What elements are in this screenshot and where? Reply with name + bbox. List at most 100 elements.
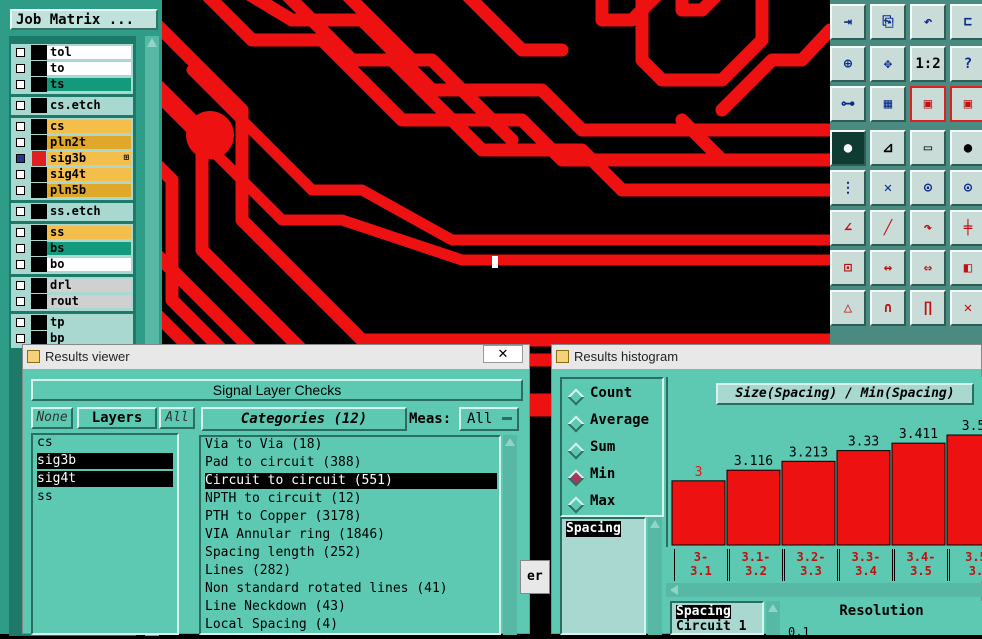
mode-label[interactable]: Min (590, 466, 615, 482)
ruler-icon[interactable]: ▭ (910, 130, 946, 166)
layer-checkbox[interactable] (16, 186, 25, 195)
mode-radio-count[interactable] (567, 388, 585, 406)
layer-name[interactable]: tp (47, 316, 131, 329)
bottom-list-item[interactable]: Circuit 1 (676, 620, 746, 634)
job-matrix-title[interactable]: Job Matrix ... (10, 9, 158, 30)
mode-label[interactable]: Sum (590, 439, 615, 455)
category-cell[interactable]: 3.4- 3.5 (894, 549, 948, 581)
all-layers-button[interactable]: All (159, 407, 195, 429)
bottom-measure-list[interactable]: Spacing Circuit 1 (670, 601, 764, 635)
layer-affected-cell[interactable] (31, 204, 47, 219)
layer-affected-cell[interactable] (31, 119, 47, 134)
layer-name[interactable]: drl (47, 279, 131, 292)
arch-icon[interactable]: ∩ (870, 290, 906, 326)
layers-button[interactable]: Layers (77, 407, 157, 429)
histogram-bar[interactable] (836, 450, 891, 546)
layer-checkbox[interactable] (16, 64, 25, 73)
line-icon[interactable]: ╱ (870, 210, 906, 246)
help-icon[interactable]: ? (950, 46, 982, 82)
layer-row-pln2t[interactable]: pln2t (11, 135, 133, 150)
layer-row-pln5b[interactable]: pln5b (11, 183, 133, 198)
mode-label[interactable]: Count (590, 385, 632, 401)
layer-b-icon[interactable]: ▣ (950, 86, 982, 122)
layer-checkbox[interactable] (16, 318, 25, 327)
result-layer-item[interactable]: sig3b (37, 453, 173, 469)
layer-row-bo[interactable]: bo (11, 257, 133, 272)
layer-affected-cell[interactable] (31, 167, 47, 182)
layer-checkbox[interactable] (16, 334, 25, 343)
histogram-bar[interactable] (946, 434, 982, 546)
layer-name[interactable]: pln5b (47, 184, 131, 197)
category-list[interactable]: Via to Via (18) Pad to circuit (388) Circu… (199, 435, 501, 635)
scale-1-2[interactable]: 1:2 (910, 46, 946, 82)
layer-name[interactable]: ss.etch (47, 205, 131, 218)
layer-checkbox[interactable] (16, 122, 25, 131)
feature-icon[interactable]: ⊿ (870, 130, 906, 166)
layer-affected-cell[interactable] (31, 225, 47, 240)
shape-icon[interactable]: ◧ (950, 250, 982, 286)
grid-icon[interactable]: ▦ (870, 86, 906, 122)
pad-icon[interactable]: ● (830, 130, 866, 166)
scroll-up-icon[interactable] (768, 604, 778, 612)
bottom-list-scrollbar[interactable] (766, 601, 780, 635)
layer-row-drl[interactable]: drl (11, 278, 133, 293)
cross-icon[interactable]: ✕ (950, 290, 982, 326)
copy-icon[interactable]: ⎘ (870, 4, 906, 40)
layer-name[interactable]: ts (47, 78, 131, 91)
double-line-icon[interactable]: ╪ (950, 210, 982, 246)
scroll-up-icon[interactable] (650, 520, 660, 528)
layer-affected-cell[interactable] (31, 135, 47, 150)
category-item[interactable]: Circuit to circuit (551) (205, 473, 497, 489)
layer-row-rout[interactable]: rout (11, 294, 133, 309)
mode-label[interactable]: Max (590, 493, 615, 509)
category-scrollbar[interactable] (503, 435, 517, 635)
layer-affected-cell[interactable] (31, 278, 47, 293)
layer-checkbox[interactable] (16, 48, 25, 57)
layer-affected-cell[interactable] (31, 183, 47, 198)
layer-affected-cell[interactable] (31, 61, 47, 76)
category-item[interactable]: Non standard rotated lines (41) (205, 581, 497, 597)
histogram-measure-list[interactable]: Spacing (560, 517, 646, 635)
break-icon[interactable]: ⊡ (830, 250, 866, 286)
layer-row-sig3b[interactable]: sig3b ⊞ (11, 151, 133, 166)
layer-row-ts[interactable]: ts (11, 77, 133, 92)
layer-row-ss.etch[interactable]: ss.etch (11, 204, 133, 219)
layer-checkbox[interactable] (16, 138, 25, 147)
mode-radio-max[interactable] (567, 496, 585, 514)
category-cell[interactable]: 3.2- 3.3 (784, 549, 838, 581)
stretch-icon[interactable]: ↔ (870, 250, 906, 286)
layer-row-cs.etch[interactable]: cs.etch (11, 98, 133, 113)
layer-row-to[interactable]: to (11, 61, 133, 76)
layer-checkbox[interactable] (16, 207, 25, 216)
measure-list-item[interactable]: Spacing (566, 521, 621, 537)
step-icon[interactable]: ⇥ (830, 4, 866, 40)
category-cell[interactable]: 3.1- 3.2 (729, 549, 783, 581)
resolution-value[interactable]: 0.1 (788, 625, 810, 639)
scroll-up-icon[interactable] (147, 38, 157, 47)
histogram-bar[interactable] (671, 480, 726, 546)
category-cell[interactable]: 3.3- 3.4 (839, 549, 893, 581)
scroll-left-icon[interactable] (670, 585, 678, 595)
arc-icon[interactable]: ↷ (910, 210, 946, 246)
layer-row-ss[interactable]: ss (11, 225, 133, 240)
histogram-bar[interactable] (726, 469, 781, 546)
result-layer-item[interactable]: cs (37, 435, 173, 451)
add-pad-icon[interactable]: ⊙ (910, 170, 946, 206)
layer-checkbox[interactable] (16, 228, 25, 237)
category-item[interactable]: Line Neckdown (43) (205, 599, 497, 615)
layer-name[interactable]: bs (47, 242, 131, 255)
layer-results-list[interactable]: cs sig3b sig4t ss (31, 433, 179, 635)
layer-affected-cell[interactable] (31, 241, 47, 256)
angle-icon[interactable]: ∠ (830, 210, 866, 246)
layer-name[interactable]: rout (47, 295, 131, 308)
select-icon[interactable]: ⊶ (830, 86, 866, 122)
layer-name[interactable]: cs.etch (47, 99, 131, 112)
layer-checkbox[interactable] (16, 154, 25, 163)
bottom-list-item[interactable]: Spacing (676, 605, 731, 619)
mode-radio-average[interactable] (567, 415, 585, 433)
delete-icon[interactable]: ✕ (870, 170, 906, 206)
layer-row-tol[interactable]: tol (11, 45, 133, 60)
layer-row-sig4t[interactable]: sig4t (11, 167, 133, 182)
histogram-bar[interactable] (891, 442, 946, 546)
pan-icon[interactable]: ✥ (870, 46, 906, 82)
